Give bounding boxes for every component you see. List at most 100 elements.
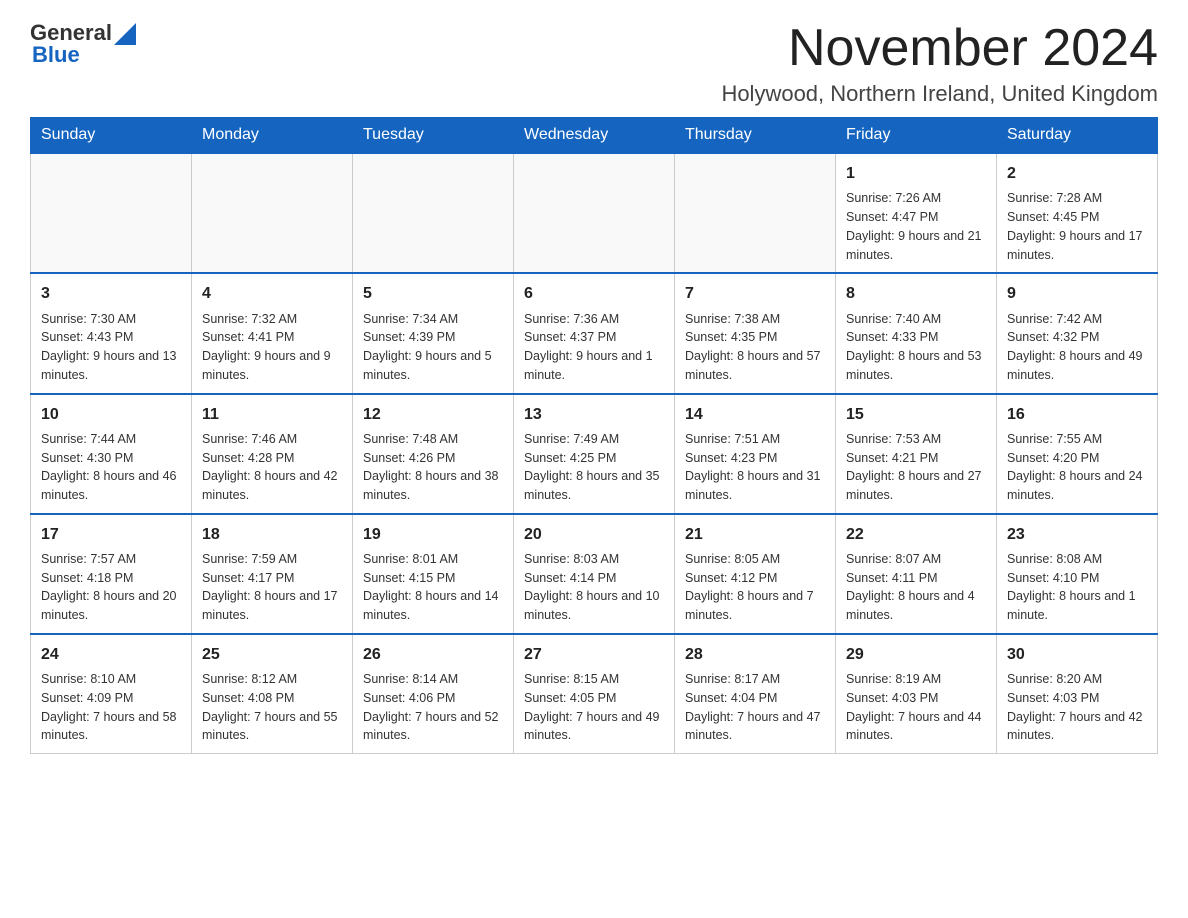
day-number: 2 xyxy=(1007,162,1147,185)
day-number: 11 xyxy=(202,403,342,426)
calendar-cell: 26 Sunrise: 8:14 AM Sunset: 4:06 PM Dayli… xyxy=(353,634,514,754)
day-info: Sunrise: 8:14 AM Sunset: 4:06 PM Dayligh… xyxy=(363,670,503,745)
day-info: Sunrise: 8:15 AM Sunset: 4:05 PM Dayligh… xyxy=(524,670,664,745)
calendar-cell: 25Sunrise: 8:12 AM Sunset: 4:08 PM Dayli… xyxy=(192,634,353,754)
day-info: Sunrise: 7:36 AM Sunset: 4:37 PM Dayligh… xyxy=(524,310,664,385)
calendar-cell: 22 Sunrise: 8:07 AM Sunset: 4:11 PM Dayli… xyxy=(836,514,997,634)
calendar-day-header: Monday xyxy=(192,118,353,154)
calendar-cell: 4 Sunrise: 7:32 AM Sunset: 4:41 PM Daylig… xyxy=(192,273,353,393)
calendar-table: SundayMondayTuesdayWednesdayThursdayFrid… xyxy=(30,117,1158,754)
calendar-cell xyxy=(31,153,192,273)
calendar-cell: 3 Sunrise: 7:30 AM Sunset: 4:43 PM Daylig… xyxy=(31,273,192,393)
day-number: 16 xyxy=(1007,403,1147,426)
page-subtitle: Holywood, Northern Ireland, United Kingd… xyxy=(721,81,1158,107)
calendar-week-row: 10Sunrise: 7:44 AM Sunset: 4:30 PM Dayli… xyxy=(31,394,1158,514)
calendar-cell: 30 Sunrise: 8:20 AM Sunset: 4:03 PM Dayli… xyxy=(997,634,1158,754)
calendar-header-row: SundayMondayTuesdayWednesdayThursdayFrid… xyxy=(31,118,1158,154)
day-info: Sunrise: 8:10 AM Sunset: 4:09 PM Dayligh… xyxy=(41,670,181,745)
day-info: Sunrise: 7:44 AM Sunset: 4:30 PM Dayligh… xyxy=(41,430,181,505)
day-number: 15 xyxy=(846,403,986,426)
day-number: 19 xyxy=(363,523,503,546)
day-info: Sunrise: 7:42 AM Sunset: 4:32 PM Dayligh… xyxy=(1007,310,1147,385)
day-number: 26 xyxy=(363,643,503,666)
calendar-week-row: 17 Sunrise: 7:57 AM Sunset: 4:18 PM Dayli… xyxy=(31,514,1158,634)
day-number: 6 xyxy=(524,282,664,305)
day-info: Sunrise: 7:53 AM Sunset: 4:21 PM Dayligh… xyxy=(846,430,986,505)
calendar-cell: 27Sunrise: 8:15 AM Sunset: 4:05 PM Dayli… xyxy=(514,634,675,754)
day-info: Sunrise: 8:03 AM Sunset: 4:14 PM Dayligh… xyxy=(524,550,664,625)
day-info: Sunrise: 7:48 AM Sunset: 4:26 PM Dayligh… xyxy=(363,430,503,505)
day-info: Sunrise: 8:20 AM Sunset: 4:03 PM Dayligh… xyxy=(1007,670,1147,745)
day-info: Sunrise: 8:07 AM Sunset: 4:11 PM Dayligh… xyxy=(846,550,986,625)
day-info: Sunrise: 7:59 AM Sunset: 4:17 PM Dayligh… xyxy=(202,550,342,625)
day-info: Sunrise: 7:46 AM Sunset: 4:28 PM Dayligh… xyxy=(202,430,342,505)
calendar-day-header: Thursday xyxy=(675,118,836,154)
day-info: Sunrise: 8:17 AM Sunset: 4:04 PM Dayligh… xyxy=(685,670,825,745)
logo: General Blue xyxy=(30,20,136,68)
calendar-cell: 15 Sunrise: 7:53 AM Sunset: 4:21 PM Dayli… xyxy=(836,394,997,514)
day-info: Sunrise: 7:55 AM Sunset: 4:20 PM Dayligh… xyxy=(1007,430,1147,505)
day-number: 22 xyxy=(846,523,986,546)
calendar-cell xyxy=(192,153,353,273)
day-info: Sunrise: 7:30 AM Sunset: 4:43 PM Dayligh… xyxy=(41,310,181,385)
day-info: Sunrise: 7:38 AM Sunset: 4:35 PM Dayligh… xyxy=(685,310,825,385)
day-number: 13 xyxy=(524,403,664,426)
day-number: 14 xyxy=(685,403,825,426)
day-number: 12 xyxy=(363,403,503,426)
calendar-cell: 12 Sunrise: 7:48 AM Sunset: 4:26 PM Dayli… xyxy=(353,394,514,514)
calendar-cell: 23Sunrise: 8:08 AM Sunset: 4:10 PM Dayli… xyxy=(997,514,1158,634)
calendar-cell: 21Sunrise: 8:05 AM Sunset: 4:12 PM Dayli… xyxy=(675,514,836,634)
title-area: November 2024 Holywood, Northern Ireland… xyxy=(721,20,1158,107)
day-info: Sunrise: 8:01 AM Sunset: 4:15 PM Dayligh… xyxy=(363,550,503,625)
day-number: 4 xyxy=(202,282,342,305)
calendar-cell: 24 Sunrise: 8:10 AM Sunset: 4:09 PM Dayli… xyxy=(31,634,192,754)
day-info: Sunrise: 8:19 AM Sunset: 4:03 PM Dayligh… xyxy=(846,670,986,745)
calendar-day-header: Sunday xyxy=(31,118,192,154)
logo-triangle-icon xyxy=(114,23,136,45)
logo-blue-text: Blue xyxy=(32,42,80,68)
day-number: 24 xyxy=(41,643,181,666)
day-number: 30 xyxy=(1007,643,1147,666)
day-info: Sunrise: 7:26 AM Sunset: 4:47 PM Dayligh… xyxy=(846,189,986,264)
day-number: 9 xyxy=(1007,282,1147,305)
calendar-cell: 16 Sunrise: 7:55 AM Sunset: 4:20 PM Dayli… xyxy=(997,394,1158,514)
day-info: Sunrise: 7:51 AM Sunset: 4:23 PM Dayligh… xyxy=(685,430,825,505)
calendar-week-row: 24 Sunrise: 8:10 AM Sunset: 4:09 PM Dayli… xyxy=(31,634,1158,754)
calendar-cell: 11 Sunrise: 7:46 AM Sunset: 4:28 PM Dayli… xyxy=(192,394,353,514)
calendar-cell: 13Sunrise: 7:49 AM Sunset: 4:25 PM Dayli… xyxy=(514,394,675,514)
calendar-cell: 20 Sunrise: 8:03 AM Sunset: 4:14 PM Dayli… xyxy=(514,514,675,634)
day-number: 7 xyxy=(685,282,825,305)
calendar-week-row: 3 Sunrise: 7:30 AM Sunset: 4:43 PM Daylig… xyxy=(31,273,1158,393)
calendar-week-row: 1 Sunrise: 7:26 AM Sunset: 4:47 PM Daylig… xyxy=(31,153,1158,273)
calendar-cell: 9 Sunrise: 7:42 AM Sunset: 4:32 PM Daylig… xyxy=(997,273,1158,393)
calendar-cell: 17 Sunrise: 7:57 AM Sunset: 4:18 PM Dayli… xyxy=(31,514,192,634)
day-info: Sunrise: 7:28 AM Sunset: 4:45 PM Dayligh… xyxy=(1007,189,1147,264)
day-number: 17 xyxy=(41,523,181,546)
calendar-day-header: Wednesday xyxy=(514,118,675,154)
calendar-cell: 19 Sunrise: 8:01 AM Sunset: 4:15 PM Dayli… xyxy=(353,514,514,634)
day-info: Sunrise: 7:57 AM Sunset: 4:18 PM Dayligh… xyxy=(41,550,181,625)
calendar-cell: 5 Sunrise: 7:34 AM Sunset: 4:39 PM Daylig… xyxy=(353,273,514,393)
calendar-cell: 28 Sunrise: 8:17 AM Sunset: 4:04 PM Dayli… xyxy=(675,634,836,754)
calendar-cell: 8Sunrise: 7:40 AM Sunset: 4:33 PM Daylig… xyxy=(836,273,997,393)
day-number: 20 xyxy=(524,523,664,546)
calendar-cell: 29 Sunrise: 8:19 AM Sunset: 4:03 PM Dayli… xyxy=(836,634,997,754)
day-number: 1 xyxy=(846,162,986,185)
day-number: 18 xyxy=(202,523,342,546)
calendar-cell: 7 Sunrise: 7:38 AM Sunset: 4:35 PM Daylig… xyxy=(675,273,836,393)
day-info: Sunrise: 8:05 AM Sunset: 4:12 PM Dayligh… xyxy=(685,550,825,625)
day-number: 5 xyxy=(363,282,503,305)
day-number: 29 xyxy=(846,643,986,666)
calendar-cell xyxy=(675,153,836,273)
day-info: Sunrise: 7:32 AM Sunset: 4:41 PM Dayligh… xyxy=(202,310,342,385)
day-number: 28 xyxy=(685,643,825,666)
day-info: Sunrise: 7:34 AM Sunset: 4:39 PM Dayligh… xyxy=(363,310,503,385)
day-number: 25 xyxy=(202,643,342,666)
calendar-cell: 10Sunrise: 7:44 AM Sunset: 4:30 PM Dayli… xyxy=(31,394,192,514)
day-number: 3 xyxy=(41,282,181,305)
calendar-cell: 2 Sunrise: 7:28 AM Sunset: 4:45 PM Daylig… xyxy=(997,153,1158,273)
day-number: 23 xyxy=(1007,523,1147,546)
calendar-cell xyxy=(514,153,675,273)
calendar-cell: 18 Sunrise: 7:59 AM Sunset: 4:17 PM Dayli… xyxy=(192,514,353,634)
page-title: November 2024 xyxy=(721,20,1158,77)
